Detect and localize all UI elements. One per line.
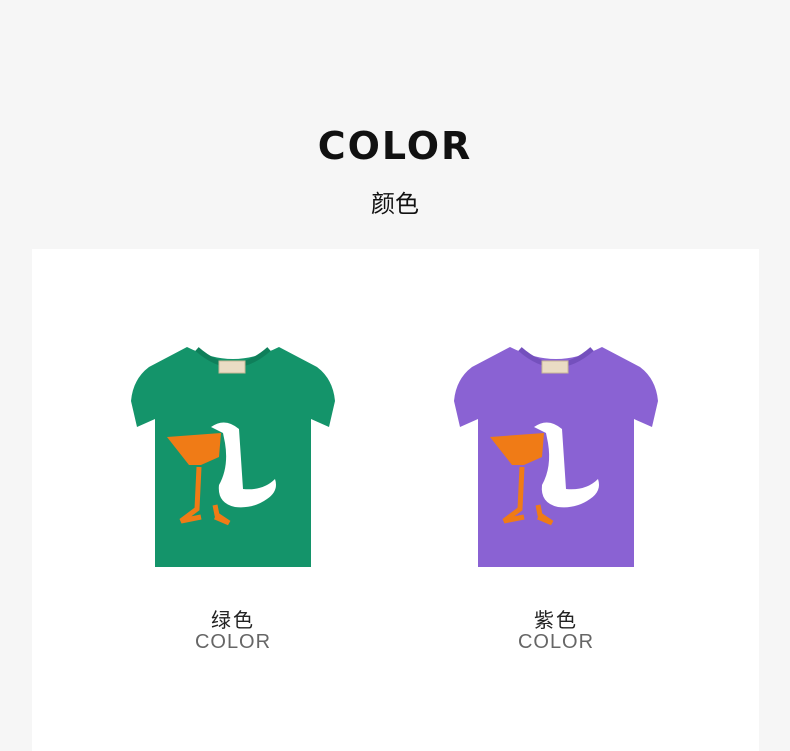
section-subtitle: 颜色 [371,190,419,218]
product-green-subtitle: COLOR [194,631,272,653]
product-purple-subtitle: COLOR [517,631,595,653]
product-purple-name: 紫色 [534,608,578,632]
product-green-name: 绿色 [211,608,255,632]
product-purple[interactable] [436,339,676,579]
section-title: COLOR [317,124,473,168]
tshirt-purple-image [454,347,658,567]
tshirt-green-image [131,347,335,567]
product-card: 绿色 COLOR 紫色 COLOR [32,249,759,751]
product-green[interactable] [113,339,353,579]
